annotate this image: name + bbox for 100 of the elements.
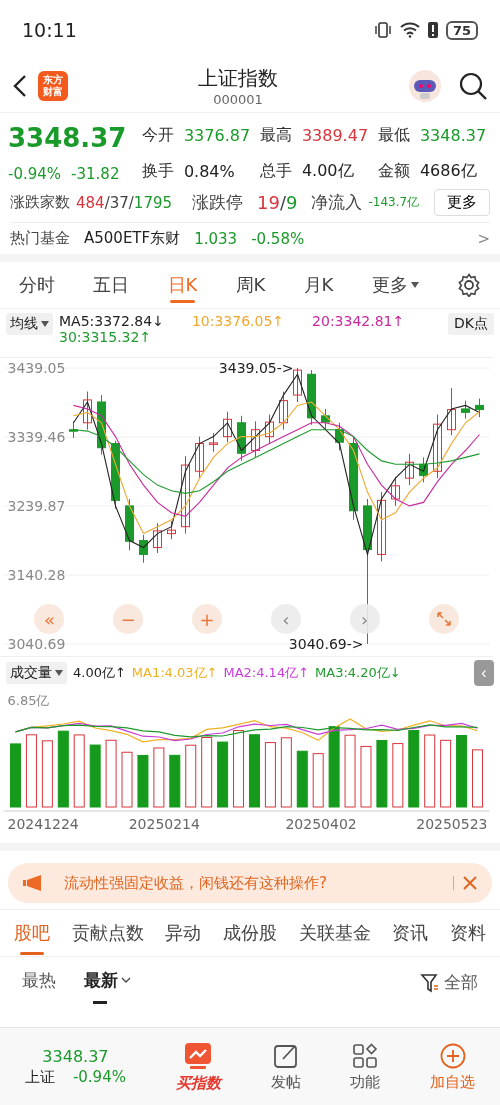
candlestick [391,476,400,507]
axis-label: 3239.87 [7,498,66,514]
trend-chart-icon [184,1041,213,1070]
stat-label: 净流入 [311,191,363,214]
breadth-value: 484/37/1795 [76,193,173,212]
period-tab[interactable]: 分时 [19,267,56,303]
close-icon[interactable] [462,875,478,891]
date-label: 20250214 [128,816,200,832]
ma-legend: 10:3376.05↑ [191,313,285,329]
page-title: 上证指数 [198,65,278,92]
expand-icon [435,611,452,627]
fund-label: 热门基金 [10,229,70,248]
fund-price: 1.033 [194,229,238,248]
date-label: 20241224 [7,816,79,832]
filter-icon[interactable] [420,972,440,993]
content-tab[interactable]: 关联基金 [298,911,371,955]
inflow-value: -143.7亿 [368,194,420,211]
stat-label: 总手 [260,160,293,182]
stock-code: 000001 [213,92,263,107]
settings-icon[interactable] [456,273,481,297]
content-tab[interactable]: 成份股 [222,911,277,955]
candlestick [335,422,344,451]
indicator-dropdown[interactable]: 均线 [6,313,53,335]
volume-legend: MA2:4.14亿↑ [223,664,310,682]
search-icon[interactable] [458,71,488,101]
megaphone-icon [22,874,44,892]
filter-label[interactable]: 全部 [444,971,478,994]
alert-icon [427,22,438,38]
buy-index-tab[interactable]: 买指数 [175,1041,221,1093]
candlestick [97,394,106,456]
edit-icon [272,1042,299,1069]
stat-value: 4.00亿 [301,160,355,182]
candlestick [377,491,386,562]
wifi-icon [399,22,420,38]
stat-label: 最高 [260,124,293,146]
candlestick [111,440,120,510]
dk-button[interactable]: DK点 [448,313,494,335]
chevron[interactable]: > [477,229,490,248]
candlestick [209,432,218,453]
stat-label: 今开 [142,124,175,146]
functions-tab[interactable]: 功能 [350,1042,381,1092]
ma-legend: 20:3342.81↑ [312,313,405,329]
change-percent: -0.94% [8,165,62,183]
candlestick [125,498,134,551]
candlestick [405,453,414,486]
caret-icon [55,670,63,676]
candlestick [237,415,246,462]
candlestick [223,411,232,443]
candlestick [139,534,148,564]
period-tab[interactable]: 五日 [93,267,130,303]
battery-indicator: 75 [445,20,478,40]
price-annotation: 3040.69-> [288,636,364,652]
candlestick [195,436,204,479]
stat-label: 涨跌停 [192,191,244,214]
back-icon[interactable] [12,74,28,98]
candlestick [83,391,92,431]
content-tab[interactable]: 资料 [449,911,486,955]
content-tab[interactable]: 股吧 [14,911,50,955]
post-tab[interactable]: 发帖 [270,1042,301,1092]
sort-option[interactable]: 最热 [22,961,56,1004]
candlestick [321,408,330,431]
date-label: 20250523 [416,816,488,832]
content-tab[interactable]: 资讯 [392,911,429,955]
axis-label: 3439.05 [7,360,66,376]
content-tab[interactable]: 贡献点数 [71,911,144,955]
period-tab[interactable]: 周K [235,267,266,303]
index-name: 上证 [24,1068,55,1087]
axis-label: 6.85亿 [7,693,50,708]
axis-label: 3339.46 [7,429,66,445]
stat-value: 3389.47 [301,125,370,145]
candlestick [153,522,162,554]
stat-value: 3348.37 [419,125,488,145]
volume-legend: MA3:4.20亿↓ [315,664,401,682]
fund-change: -0.58% [251,229,305,248]
index-change: -0.94% [72,1068,126,1087]
candlestick [433,413,442,479]
content-tab[interactable]: 异动 [165,911,202,955]
candlestick [475,398,484,418]
period-tab[interactable]: 更多 [371,267,419,303]
more-button[interactable]: 更多 [434,189,490,216]
sort-option[interactable]: 最新 [84,961,131,1004]
current-price: 3348.37 [8,123,128,153]
axis-label: 3140.28 [7,567,66,583]
stat-label: 金额 [378,160,411,182]
period-tab[interactable]: 月K [303,267,334,303]
candlestick [279,391,288,431]
candlestick [461,400,470,420]
stat-label: 最低 [378,124,411,146]
ma-legend: 30:3315.32↑ [59,329,152,345]
ma-legend: MA5:3372.84↓ [59,313,164,329]
stat-value: 0.84% [183,161,236,181]
stat-label: 涨跌家数 [10,193,70,212]
fund-name[interactable]: A500ETF东财 [84,229,181,248]
change-value: -31.82 [71,165,120,183]
candlestick [307,369,316,426]
indicator-dropdown[interactable]: 成交量 [6,662,67,684]
candlestick [69,420,78,439]
robot-icon[interactable] [408,69,442,103]
vibrate-icon [373,21,392,39]
axis-label: 3040.69 [7,636,66,652]
